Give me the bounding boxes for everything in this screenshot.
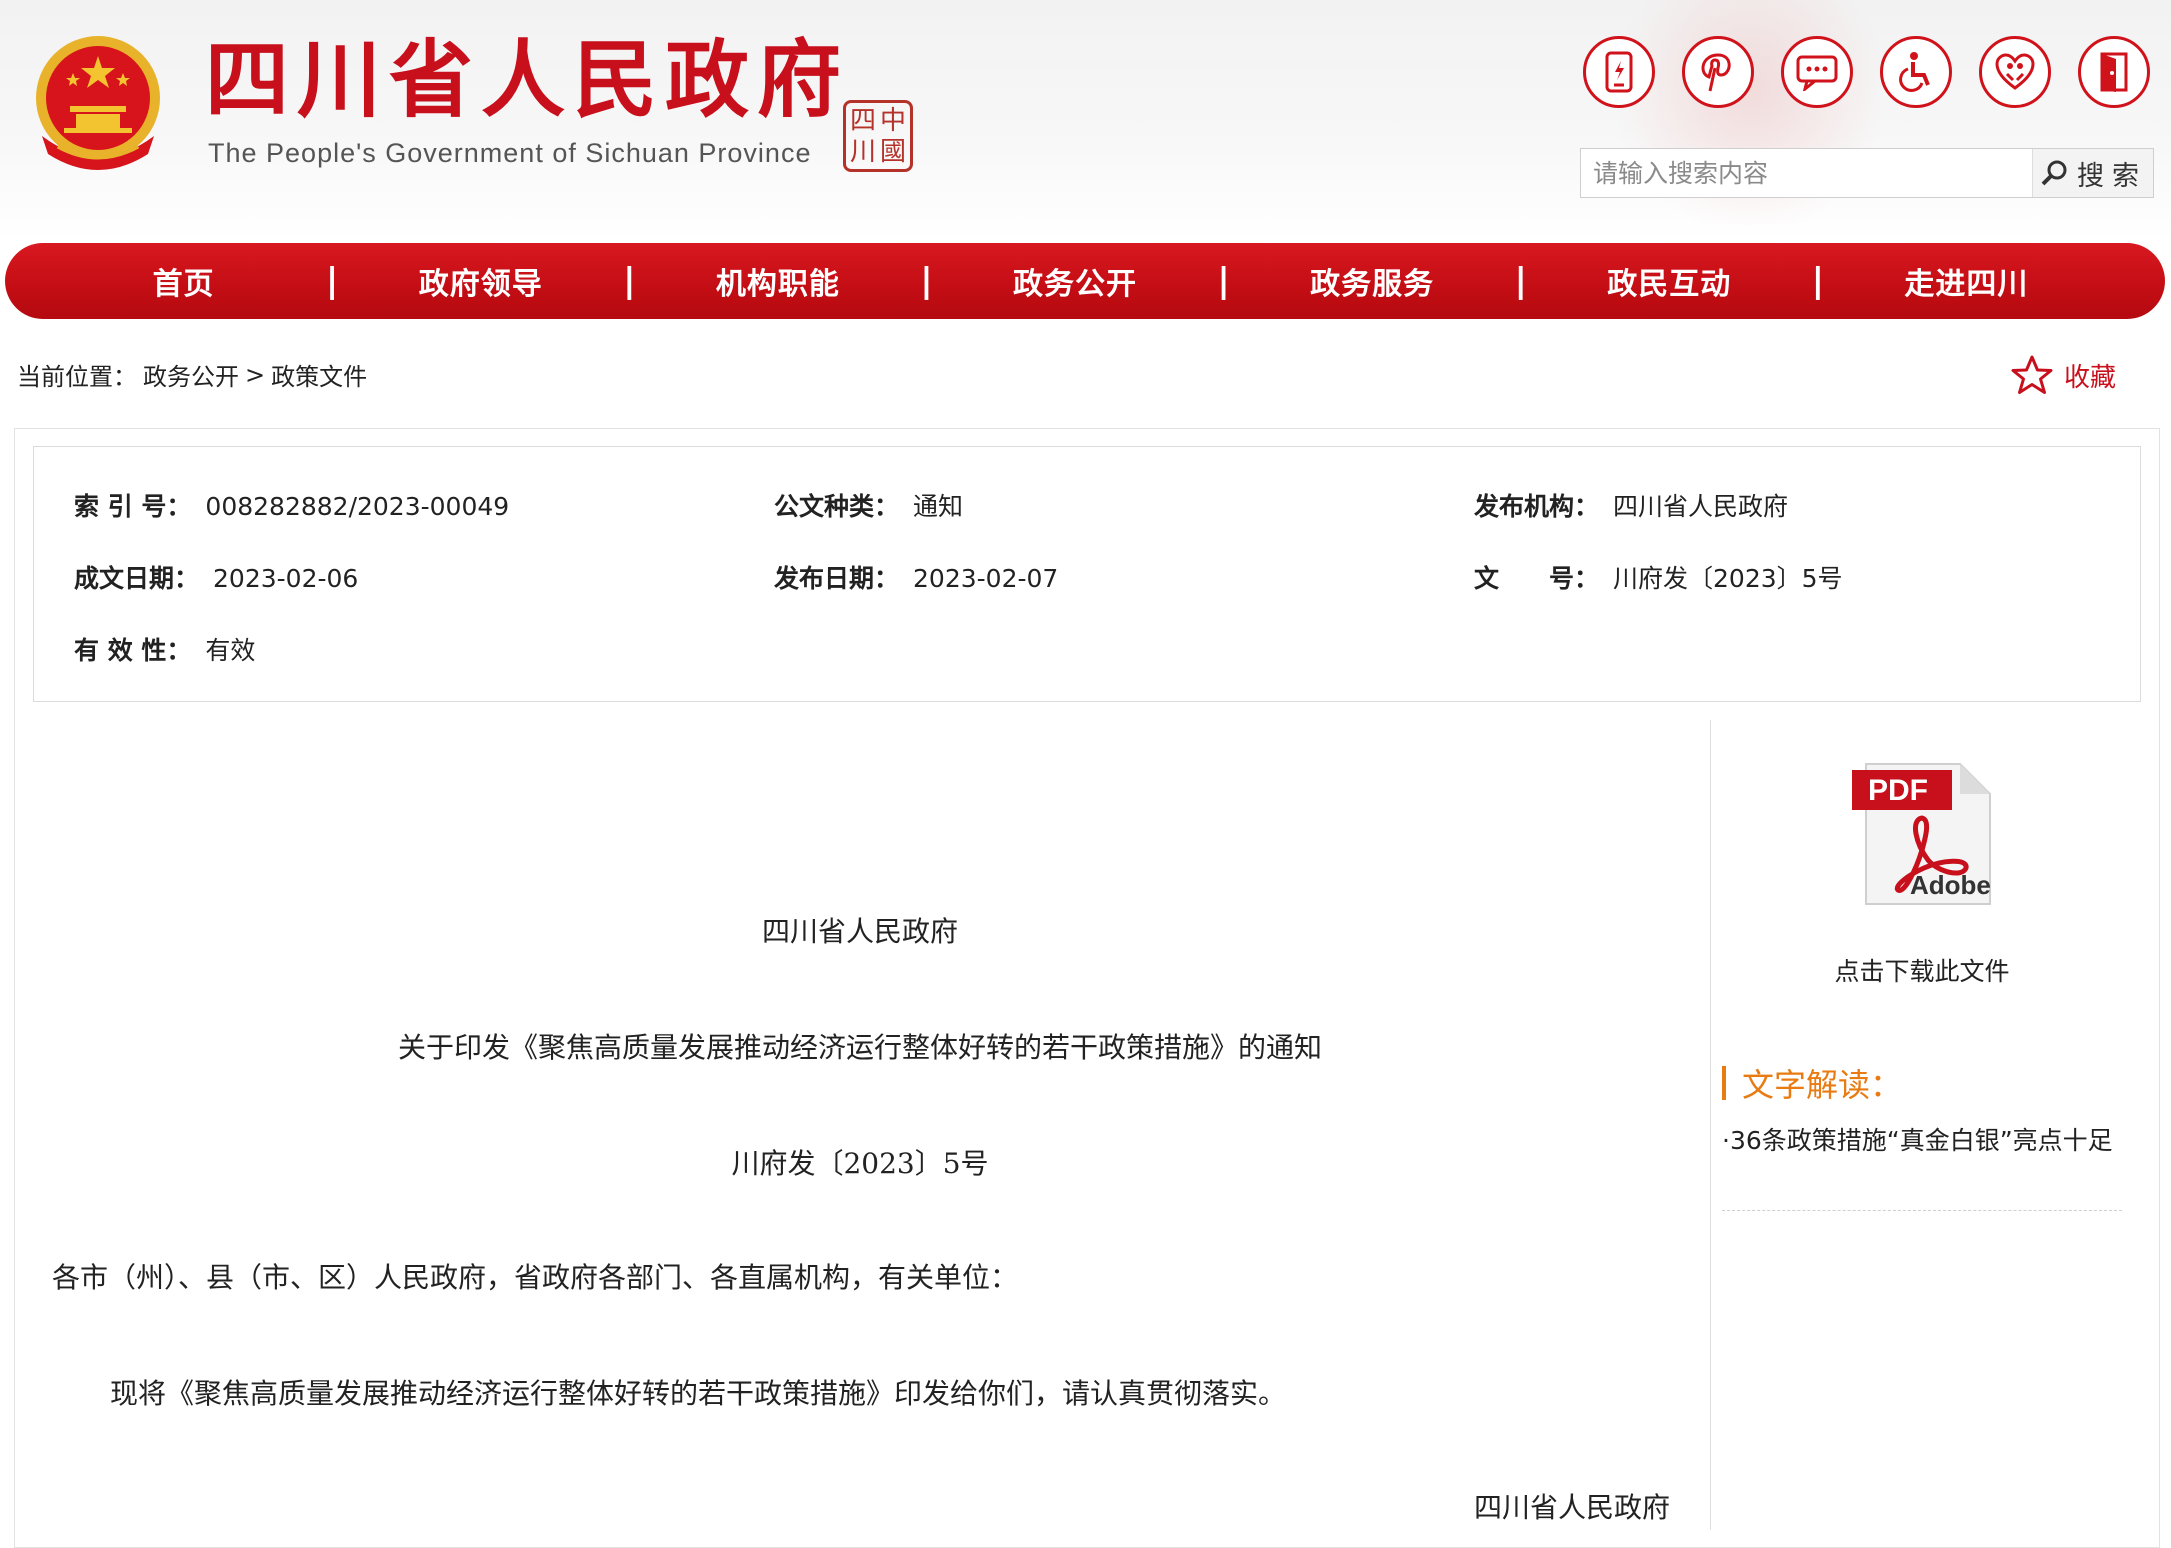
breadcrumb-prefix: 当前位置： [17,363,137,391]
info-issuer-label: 发布机构： [1474,492,1600,521]
adobe-brand-text: Adobe [1910,870,1991,900]
nav-item-services[interactable]: 政务服务 [1234,259,1511,303]
info-index-value: 008282882/2023-00049 [205,492,510,521]
column-divider [1710,720,1711,1530]
pdf-badge-text: PDF [1868,774,1928,807]
message-icon[interactable] [1781,36,1853,108]
quick-icons [1583,36,2150,108]
mobile-icon[interactable] [1583,36,1655,108]
main-nav: 首页 | 政府领导 | 机构职能 | 政务公开 | 政务服务 | 政民互动 | … [5,243,2165,319]
search-box: 搜索 [1580,148,2154,198]
favorite-button[interactable]: 收藏 [2010,354,2116,396]
info-issuer: 发布机构： 四川省人民政府 [1474,487,1788,523]
divider [1722,1210,2122,1211]
search-icon [2041,160,2067,186]
document-body: 四川省人民政府 关于印发《聚焦高质量发展推动经济运行整体好转的若干政策措施》的通… [30,720,1700,1540]
accessibility-icon[interactable] [1880,36,1952,108]
elderly-care-icon[interactable] [1979,36,2051,108]
document-info-panel: 索 引 号： 008282882/2023-00049 公文种类： 通知 发布机构：… [33,446,2141,702]
document-issuer: 四川省人民政府 [761,915,958,948]
exit-icon[interactable] [2078,36,2150,108]
nav-item-home[interactable]: 首页 [45,259,322,303]
document-signature: 四川省人民政府 [1473,1491,1670,1524]
info-published-label: 发布日期： [774,564,900,593]
star-icon [2011,355,2053,394]
pdf-file-icon[interactable]: PDF Adobe [1850,760,1996,910]
pinterest-icon[interactable] [1682,36,1754,108]
document-title: 关于印发《聚焦高质量发展推动经济运行整体好转的若干政策措施》的通知 [397,1031,1322,1064]
info-category: 公文种类： 通知 [774,487,963,523]
info-index: 索 引 号： 008282882/2023-00049 [74,487,509,523]
breadcrumb: 当前位置： 政务公开 > 政策文件 [17,357,367,392]
info-category-label: 公文种类： [774,492,900,521]
seal-char: 中 [879,105,906,136]
info-created-label: 成文日期： [74,564,200,593]
china-seal-logo: 四 中 川 國 [843,100,913,172]
breadcrumb-item-policy-docs[interactable]: 政策文件 [271,357,367,392]
info-docno-label: 文 号： [1474,564,1600,593]
info-category-value: 通知 [913,492,964,521]
nav-item-open-affairs[interactable]: 政务公开 [936,259,1213,303]
info-validity-value: 有效 [205,636,256,665]
search-button-label: 搜索 [2077,160,2147,192]
nav-separator: | [1811,261,1825,301]
favorite-label: 收藏 [2064,362,2117,393]
document-salutation: 各市（州）、县（市、区）人民政府，省政府各部门、各直属机构，有关单位： [52,1261,1019,1294]
info-issuer-value: 四川省人民政府 [1613,492,1789,521]
side-panel: PDF Adobe 点击下载此文件 文字解读： ·36条政策措施“真金白银”亮点… [1722,720,2122,1220]
site-title: 四川省人民政府 [205,31,850,129]
info-created: 成文日期： 2023-02-06 [74,559,358,595]
seal-char: 川 [849,136,876,167]
info-docno: 文 号： 川府发〔2023〕5号 [1474,559,1843,595]
seal-char: 四 [849,105,876,136]
nav-separator: | [325,261,339,301]
info-validity: 有 效 性： 有效 [74,631,255,667]
info-created-value: 2023-02-06 [213,564,359,593]
nav-item-interaction[interactable]: 政民互动 [1531,259,1808,303]
nav-item-leaders[interactable]: 政府领导 [342,259,619,303]
nav-separator: | [1514,261,1527,301]
breadcrumb-separator: > [245,360,266,389]
nav-item-functions[interactable]: 机构职能 [639,259,916,303]
national-emblem-icon [36,36,160,170]
download-file-link[interactable]: 点击下载此文件 [1722,952,2122,988]
seal-char: 國 [879,136,906,167]
interpretation-link[interactable]: ·36条政策措施“真金白银”亮点十足 [1722,1120,2122,1162]
site-header: 四川省人民政府 The People's Government of Sichu… [0,0,2171,240]
site-subtitle: The People's Government of Sichuan Provi… [208,138,812,168]
interpretation-heading: 文字解读： [1722,1060,1902,1106]
nav-separator: | [920,261,933,301]
info-index-label: 索 引 号： [74,492,192,521]
interpretation-title: 文字解读： [1742,1066,1903,1104]
breadcrumb-item-open-affairs[interactable]: 政务公开 [143,357,239,392]
document-number: 川府发〔2023〕5号 [731,1147,989,1180]
document-body-text: 现将《聚焦高质量发展推动经济运行整体好转的若干政策措施》印发给你们，请认真贯彻落… [110,1377,1287,1410]
nav-separator: | [623,261,636,301]
nav-item-about-sichuan[interactable]: 走进四川 [1828,259,2105,303]
heading-accent-bar [1722,1066,1726,1100]
info-published-value: 2023-02-07 [913,564,1059,593]
info-validity-label: 有 效 性： [74,636,192,665]
nav-separator: | [1217,261,1230,301]
info-published: 发布日期： 2023-02-07 [774,559,1058,595]
info-docno-value: 川府发〔2023〕5号 [1613,564,1843,593]
search-button[interactable]: 搜索 [2032,149,2153,197]
search-input[interactable] [1581,149,2031,197]
